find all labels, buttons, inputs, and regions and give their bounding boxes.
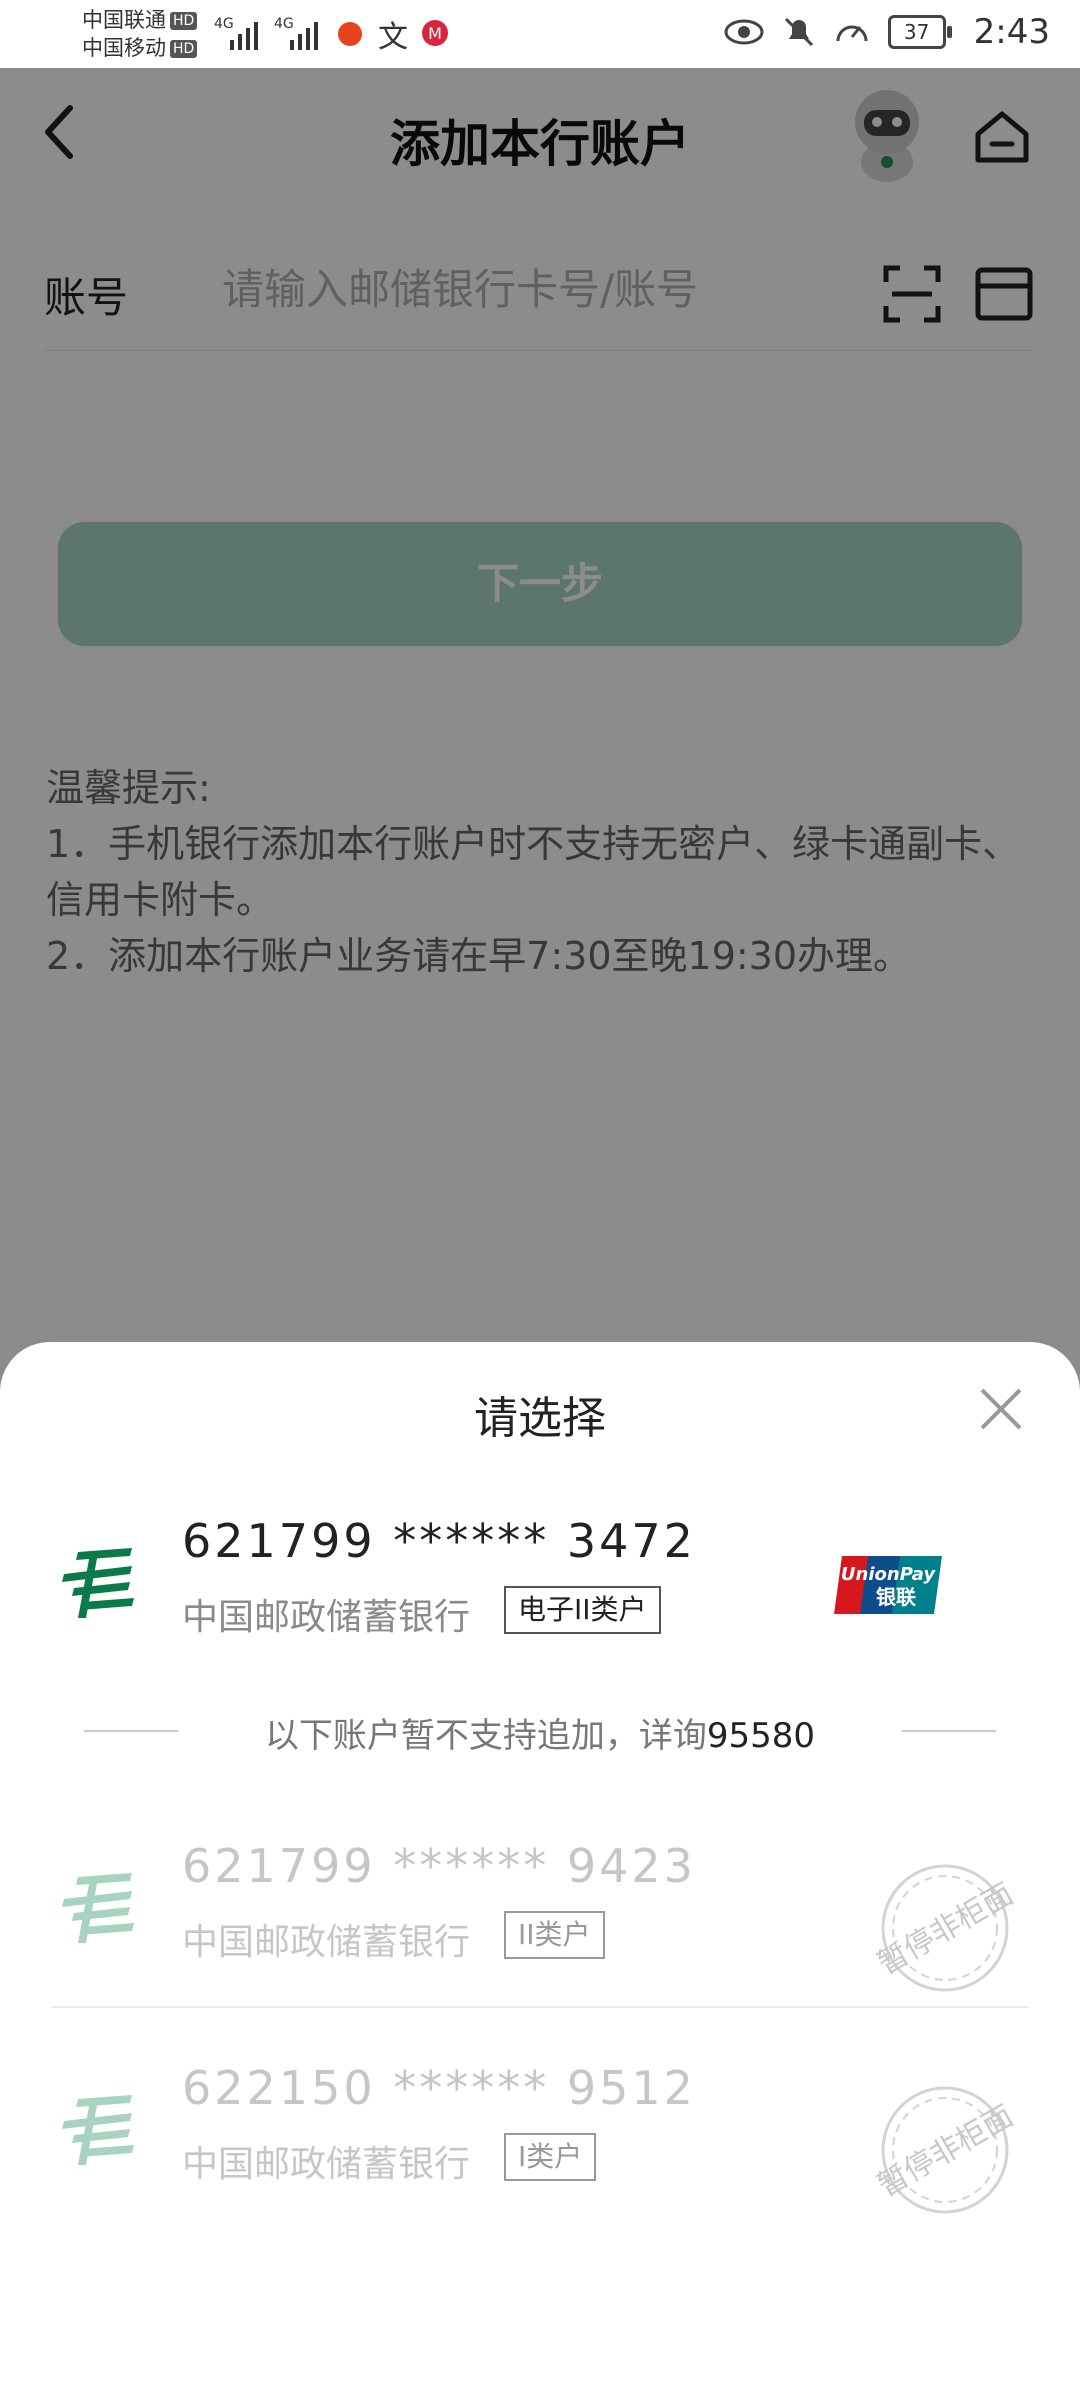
status-right: 37 2:43 [724, 12, 1050, 52]
app-notification-icon-2: 文 [378, 20, 408, 55]
signal-icon-1 [230, 22, 258, 50]
bank-name: 中国邮政储蓄银行 [182, 1922, 471, 1963]
svg-text:UnionPay: UnionPay [841, 1564, 936, 1585]
psbc-logo-icon [62, 2095, 134, 2165]
battery-icon: 37 [887, 15, 952, 49]
hd-badge-2: HD [170, 40, 198, 58]
svg-text:银联: 银联 [876, 1585, 916, 1609]
status-bar: 中国联通 HD 中国移动 HD 4G 4G 文 M 37 2:43 [0, 0, 1080, 68]
carrier-2: 中国移动 [82, 36, 166, 60]
account-type-badge: II类户 [504, 1911, 605, 1959]
hd-badge-1: HD [170, 12, 198, 30]
note-prefix: 以下账户暂不支持追加，详询 [264, 1716, 707, 1756]
carrier-info: 中国联通 HD 中国移动 HD [82, 6, 198, 62]
card-number: 621799 ****** 9423 [182, 1839, 696, 1893]
hotline-number[interactable]: 95580 [707, 1716, 815, 1756]
mute-bell-icon [784, 17, 813, 47]
bank-name: 中国邮政储蓄银行 [182, 1597, 471, 1638]
account-type-badge: I类户 [504, 2133, 597, 2181]
psbc-logo-icon [62, 1548, 134, 1618]
card-option-3: 622150 ****** 9512 中国邮政储蓄银行 I类户 暂停非柜面 [0, 2039, 1080, 2219]
select-account-sheet: 请选择 621799 ****** 3472 中国邮政储蓄银行 电子II类户 U… [0, 1342, 1080, 2400]
clock: 2:43 [973, 12, 1050, 52]
suspended-stamp-icon: 暂停非柜面 [872, 1864, 1019, 1992]
card-number: 622150 ****** 9512 [182, 2061, 696, 2115]
sheet-title: 请选择 [474, 1393, 606, 1444]
unionpay-logo-icon: UnionPay 银联 [834, 1556, 942, 1614]
app-notification-icon-3: M [422, 20, 448, 46]
note-text: 以下账户暂不支持追加，详询95580 [0, 1708, 1080, 1757]
speed-icon [836, 25, 868, 42]
unsupported-note: 以下账户暂不支持追加，详询95580 [0, 1702, 1080, 1762]
divider-line-right [902, 1730, 996, 1732]
eye-icon [724, 19, 764, 45]
close-icon[interactable] [976, 1384, 1026, 1434]
card-number: 621799 ****** 3472 [182, 1514, 696, 1568]
psbc-logo-icon [62, 1873, 134, 1943]
card-option-2: 621799 ****** 9423 中国邮政储蓄银行 II类户 暂停非柜面 [0, 1817, 1080, 1997]
card-option-1[interactable]: 621799 ****** 3472 中国邮政储蓄银行 电子II类户 Union… [0, 1492, 1080, 1672]
svg-text:M: M [428, 24, 442, 43]
carrier-1: 中国联通 [82, 8, 166, 32]
account-type-badge: 电子II类户 [504, 1586, 661, 1634]
signal-icon-2 [290, 22, 318, 50]
separator [52, 2006, 1028, 2008]
bank-name: 中国邮政储蓄银行 [182, 2144, 471, 2185]
suspended-stamp-icon: 暂停非柜面 [872, 2086, 1019, 2214]
app-notification-icon [338, 22, 362, 46]
